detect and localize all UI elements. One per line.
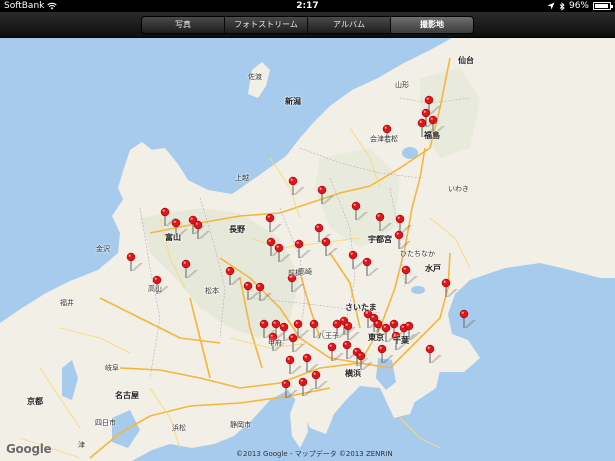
honshu-land [0,38,615,461]
tab-2[interactable]: アルバム [308,17,391,33]
map-label-joetsu: 上越 [235,174,249,182]
map-label-utsunomiya: 宇都宮 [368,235,392,244]
map-label-saitama: さいたま [345,303,377,312]
location-arrow-icon [547,2,555,10]
map-label-shizuoka: 静岡市 [230,421,251,429]
map-label-aizu: 会津若松 [370,135,398,143]
map-label-mito: 水戸 [425,264,441,273]
battery-fill [595,4,609,8]
map-label-tsu: 津 [78,441,85,449]
tab-1[interactable]: フォトストリーム [225,17,308,33]
map-label-nagoya: 名古屋 [115,391,139,400]
battery-icon [593,2,613,10]
photo-location-pin[interactable] [459,309,476,328]
map-label-sado: 佐渡 [248,73,262,81]
tab-0[interactable]: 写真 [142,17,225,33]
status-bar: SoftBank 2:17 96% [0,0,615,12]
map-label-takayama: 高山 [148,285,162,293]
status-time: 2:17 [296,1,319,11]
lake-kasumigaura [411,286,425,294]
map-label-toyama: 富山 [165,233,181,242]
map-label-niigata: 新潟 [285,97,301,106]
map-label-yamagata: 山形 [395,81,409,89]
map-label-kanazawa: 金沢 [96,245,110,253]
toolbar: 写真 フォトストリーム アルバム 撮影地 [0,12,615,38]
map-label-hachioji: 八王子 [318,332,339,340]
map-label-kyoto: 京都 [27,397,43,406]
map-label-nagano: 長野 [229,225,245,234]
map-label-chiba: 千葉 [393,336,409,345]
map-label-hamamatsu: 浜松 [172,424,186,432]
map-label-fukushima: 福島 [424,131,440,140]
map-label-gifu: 岐阜 [105,364,119,372]
google-logo: Google [6,442,52,456]
map-label-hitachinaka: ひたちなか [400,250,435,258]
map-label-takasaki: 高崎 [298,268,312,276]
map-label-yokohama: 横浜 [345,369,361,378]
tab-3[interactable]: 撮影地 [391,17,473,33]
status-right: 96% [547,0,613,12]
map-label-tokyo: 東京 [368,333,384,342]
map-label-fukui: 福井 [60,299,74,307]
map-view[interactable]: 金沢 富山 長野 松本 福島 仙台 山形 宇都宮 前橋 高崎 八王子 さいたま 東京 横浜 千葉 水戸 いわきひ… [0,38,615,461]
map-label-kofu: 甲府 [268,339,282,347]
map-canvas [0,38,615,461]
boso-peninsula [392,360,440,410]
map-label-iwaki: いわき [448,185,469,193]
map-label-sendai: 仙台 [458,56,474,65]
map-label-yokkaichi: 四日市 [95,419,116,427]
view-segmented-control: 写真 フォトストリーム アルバム 撮影地 [141,16,474,34]
map-label-matsumoto: 松本 [205,287,219,295]
battery-percent: 96% [568,1,589,11]
bluetooth-icon [559,1,565,11]
map-copyright: ©2013 Google - マップデータ ©2013 ZENRIN [236,450,393,458]
